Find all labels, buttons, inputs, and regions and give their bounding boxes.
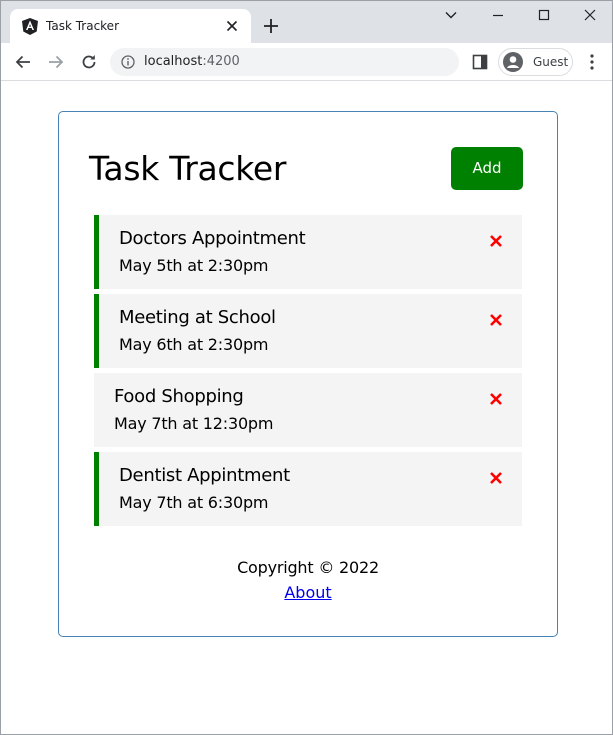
- task-title: Meeting at School: [119, 307, 276, 328]
- tab-search-chevron-icon[interactable]: [442, 6, 460, 24]
- add-task-button[interactable]: Add: [451, 147, 523, 190]
- minimize-icon[interactable]: [489, 6, 507, 24]
- close-window-icon[interactable]: [581, 6, 599, 24]
- tab-title: Task Tracker: [46, 19, 120, 33]
- guest-avatar-icon: [503, 52, 523, 72]
- delete-x-icon[interactable]: [489, 234, 503, 248]
- task-item[interactable]: Doctors Appointment May 5th at 2:30pm: [94, 215, 522, 289]
- task-title: Doctors Appointment: [119, 228, 306, 249]
- more-menu-icon[interactable]: [584, 53, 600, 71]
- task-day: May 6th at 2:30pm: [119, 335, 269, 354]
- browser-toolbar: localhost:4200 Guest: [1, 43, 612, 81]
- task-item[interactable]: Meeting at School May 6th at 2:30pm: [94, 294, 522, 368]
- profile-label: Guest: [533, 55, 569, 69]
- task-title: Food Shopping: [114, 386, 244, 407]
- task-item[interactable]: Dentist Appintment May 7th at 6:30pm: [94, 452, 522, 526]
- copyright-text: Copyright © 2022: [237, 558, 379, 577]
- task-day: May 5th at 2:30pm: [119, 256, 269, 275]
- maximize-icon[interactable]: [535, 6, 553, 24]
- address-bar[interactable]: localhost:4200: [110, 48, 459, 76]
- task-day: May 7th at 12:30pm: [114, 414, 274, 433]
- delete-x-icon[interactable]: [489, 471, 503, 485]
- angular-logo-icon: [22, 18, 38, 35]
- app-footer: Copyright © 2022 About: [59, 557, 557, 604]
- reload-icon[interactable]: [79, 52, 99, 72]
- close-tab-icon[interactable]: [224, 18, 240, 34]
- url-port: :4200: [202, 54, 240, 69]
- page-title: Task Tracker: [89, 149, 287, 188]
- side-panel-icon[interactable]: [472, 54, 488, 70]
- browser-tab[interactable]: Task Tracker: [10, 9, 251, 43]
- back-arrow-icon[interactable]: [13, 52, 33, 72]
- new-tab-icon[interactable]: [262, 17, 280, 35]
- browser-window: Task Tracker localhost:4200 Guest Task T…: [0, 0, 613, 735]
- task-item[interactable]: Food Shopping May 7th at 12:30pm: [94, 373, 522, 447]
- task-title: Dentist Appintment: [119, 465, 290, 486]
- url-text[interactable]: localhost:4200: [144, 54, 240, 70]
- tab-strip: Task Tracker: [1, 1, 612, 43]
- task-tracker-container: Task Tracker Add Doctors Appointment May…: [58, 111, 558, 637]
- task-day: May 7th at 6:30pm: [119, 493, 269, 512]
- about-link[interactable]: About: [284, 582, 331, 604]
- url-host: localhost: [144, 54, 203, 69]
- profile-button[interactable]: Guest: [498, 48, 573, 76]
- forward-arrow-icon[interactable]: [46, 52, 66, 72]
- delete-x-icon[interactable]: [489, 392, 503, 406]
- delete-x-icon[interactable]: [489, 313, 503, 327]
- app-header: Task Tracker Add: [59, 112, 557, 212]
- info-icon[interactable]: [121, 55, 135, 69]
